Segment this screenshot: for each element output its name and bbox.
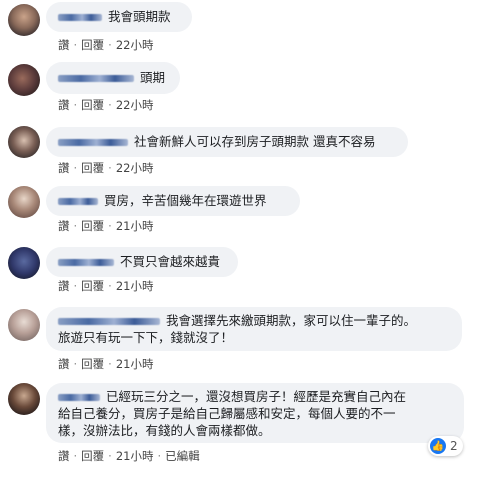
comment-bubble: 社會新鮮人可以存到房子頭期款 還真不容易 (46, 127, 408, 157)
like-link[interactable]: 讚 (58, 98, 70, 112)
like-link[interactable]: 讚 (58, 161, 70, 175)
comment-text: 已經玩三分之一，還沒想買房子！經歷是充實自己內在 (106, 389, 407, 404)
commenter-name[interactable] (58, 14, 102, 21)
reply-link[interactable]: 回覆 (81, 357, 104, 371)
reply-link[interactable]: 回覆 (81, 449, 104, 463)
comment-text-line-2: 旅遊只有玩一下下，錢就沒了！ (58, 330, 234, 345)
reaction-summary[interactable]: 👍 2 (428, 436, 463, 456)
comment-actions: 讚 · 回覆 · 21小時 (58, 219, 154, 233)
like-link[interactable]: 讚 (58, 449, 70, 463)
edited-label[interactable]: 已編輯 (165, 449, 200, 463)
reply-link[interactable]: 回覆 (81, 161, 104, 175)
reply-link[interactable]: 回覆 (81, 279, 104, 293)
commenter-name[interactable] (58, 259, 114, 266)
commenter-name[interactable] (58, 318, 160, 325)
comment-bubble: 我會頭期款 (46, 2, 192, 32)
timestamp[interactable]: 21小時 (116, 449, 154, 463)
thumbs-up-icon: 👍 (430, 438, 446, 454)
comment-bubble: 已經玩三分之一，還沒想買房子！經歷是充實自己內在 給自己養分，買房子是給自己歸屬… (46, 383, 464, 443)
comment-text: 我會頭期款 (108, 9, 171, 24)
avatar[interactable] (8, 186, 40, 218)
timestamp[interactable]: 22小時 (116, 38, 154, 52)
comment-bubble: 我會選擇先來繳頭期款，家可以住一輩子的。 旅遊只有玩一下下，錢就沒了！ (46, 307, 462, 351)
comment-text: 買房，辛苦個幾年在環遊世界 (104, 193, 267, 208)
comment-bubble: 買房，辛苦個幾年在環遊世界 (46, 186, 300, 216)
like-link[interactable]: 讚 (58, 279, 70, 293)
timestamp[interactable]: 22小時 (116, 161, 154, 175)
timestamp[interactable]: 22小時 (116, 98, 154, 112)
reply-link[interactable]: 回覆 (81, 38, 104, 52)
timestamp[interactable]: 21小時 (116, 357, 154, 371)
reaction-count: 2 (450, 439, 458, 453)
avatar[interactable] (8, 4, 40, 36)
like-link[interactable]: 讚 (58, 38, 70, 52)
comment-text-line-2: 給自己養分，買房子是給自己歸屬感和安定，每個人要的不一 (58, 406, 396, 421)
comment-text: 不買只會越來越貴 (120, 254, 221, 269)
reply-link[interactable]: 回覆 (81, 98, 104, 112)
avatar[interactable] (8, 247, 40, 279)
commenter-name[interactable] (58, 75, 134, 82)
comment-actions: 讚 · 回覆 · 21小時 (58, 357, 154, 371)
comment-text: 我會選擇先來繳頭期款，家可以住一輩子的。 (166, 313, 417, 328)
avatar[interactable] (8, 126, 40, 158)
like-link[interactable]: 讚 (58, 357, 70, 371)
comment-actions: 讚 · 回覆 · 21小時 (58, 279, 154, 293)
comment-bubble: 不買只會越來越貴 (46, 247, 238, 277)
commenter-name[interactable] (58, 198, 98, 205)
comment-actions: 讚 · 回覆 · 22小時 (58, 38, 154, 52)
comment-text: 社會新鮮人可以存到房子頭期款 還真不容易 (134, 134, 376, 149)
reply-link[interactable]: 回覆 (81, 219, 104, 233)
comment-actions: 讚 · 回覆 · 21小時 · 已編輯 (58, 449, 200, 463)
timestamp[interactable]: 21小時 (116, 219, 154, 233)
comment-text-line-3: 樣，沒辦法比，有錢的人會兩樣都做。 (58, 423, 271, 438)
comment-actions: 讚 · 回覆 · 22小時 (58, 161, 154, 175)
timestamp[interactable]: 21小時 (116, 279, 154, 293)
avatar[interactable] (8, 309, 40, 341)
avatar[interactable] (8, 64, 40, 96)
comment-bubble: 頭期 (46, 62, 180, 94)
comment-actions: 讚 · 回覆 · 22小時 (58, 98, 154, 112)
like-link[interactable]: 讚 (58, 219, 70, 233)
commenter-name[interactable] (58, 139, 128, 146)
commenter-name[interactable] (58, 394, 100, 401)
comment-text: 頭期 (140, 70, 166, 85)
avatar[interactable] (8, 383, 40, 415)
